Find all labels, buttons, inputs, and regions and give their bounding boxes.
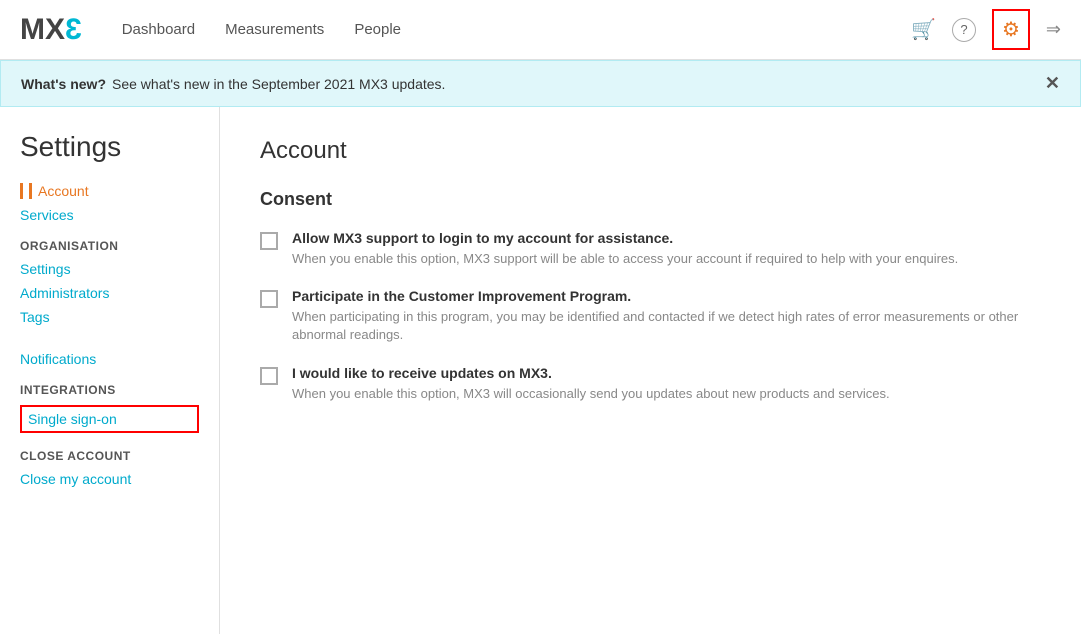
nav-people[interactable]: People xyxy=(354,21,401,38)
sidebar-item-account[interactable]: Account xyxy=(20,183,199,199)
consent-item-1: Allow MX3 support to login to my account… xyxy=(260,230,1041,268)
sidebar-section-organisation: ORGANISATION xyxy=(20,239,199,253)
consent-checkbox-2[interactable] xyxy=(260,290,278,308)
nav-dashboard[interactable]: Dashboard xyxy=(122,21,195,38)
sidebar-section-close-account: CLOSE ACCOUNT xyxy=(20,449,199,463)
help-icon[interactable]: ? xyxy=(952,18,976,42)
sidebar-item-services[interactable]: Services xyxy=(20,207,199,223)
banner-text: See what's new in the September 2021 MX3… xyxy=(112,76,445,92)
top-navigation: MX3 Dashboard Measurements People 🛒 ? ⚙ … xyxy=(0,0,1081,60)
consent-desc-2: When participating in this program, you … xyxy=(292,308,1041,344)
consent-label-3: I would like to receive updates on MX3. xyxy=(292,365,890,381)
sidebar-item-sso[interactable]: Single sign-on xyxy=(20,405,199,433)
nav-links: Dashboard Measurements People xyxy=(122,21,911,38)
logo: MX3 xyxy=(20,13,82,47)
consent-checkbox-3[interactable] xyxy=(260,367,278,385)
sidebar-section-integrations: INTEGRATIONS xyxy=(20,383,199,397)
consent-checkbox-1[interactable] xyxy=(260,232,278,250)
consent-desc-1: When you enable this option, MX3 support… xyxy=(292,250,958,268)
main-content: Account Consent Allow MX3 support to log… xyxy=(220,107,1081,634)
sidebar: Settings Account Services ORGANISATION S… xyxy=(0,107,220,634)
cart-icon[interactable]: 🛒 xyxy=(911,17,936,42)
consent-item-2: Participate in the Customer Improvement … xyxy=(260,288,1041,344)
page-layout: Settings Account Services ORGANISATION S… xyxy=(0,107,1081,634)
page-title: Settings xyxy=(20,131,199,163)
consent-label-2: Participate in the Customer Improvement … xyxy=(292,288,1041,304)
sidebar-item-administrators[interactable]: Administrators xyxy=(20,285,199,301)
consent-label-1: Allow MX3 support to login to my account… xyxy=(292,230,958,246)
sidebar-item-notifications[interactable]: Notifications xyxy=(20,351,199,367)
consent-title: Consent xyxy=(260,189,1041,210)
consent-item-3: I would like to receive updates on MX3. … xyxy=(260,365,1041,403)
nav-icons: 🛒 ? ⚙ ⇒ xyxy=(911,9,1061,50)
banner-bold: What's new? xyxy=(21,76,106,92)
consent-desc-3: When you enable this option, MX3 will oc… xyxy=(292,385,890,403)
sidebar-item-settings[interactable]: Settings xyxy=(20,261,199,277)
logout-icon[interactable]: ⇒ xyxy=(1046,19,1061,40)
sidebar-item-account-label: Account xyxy=(29,183,89,199)
banner-close-button[interactable]: ✕ xyxy=(1045,73,1060,94)
whats-new-banner: What's new? See what's new in the Septem… xyxy=(0,60,1081,107)
gear-icon: ⚙ xyxy=(1002,17,1020,42)
account-section-title: Account xyxy=(260,137,1041,165)
sidebar-item-close-account[interactable]: Close my account xyxy=(20,471,199,487)
sidebar-item-tags[interactable]: Tags xyxy=(20,309,199,325)
settings-icon-box[interactable]: ⚙ xyxy=(992,9,1030,50)
nav-measurements[interactable]: Measurements xyxy=(225,21,324,38)
